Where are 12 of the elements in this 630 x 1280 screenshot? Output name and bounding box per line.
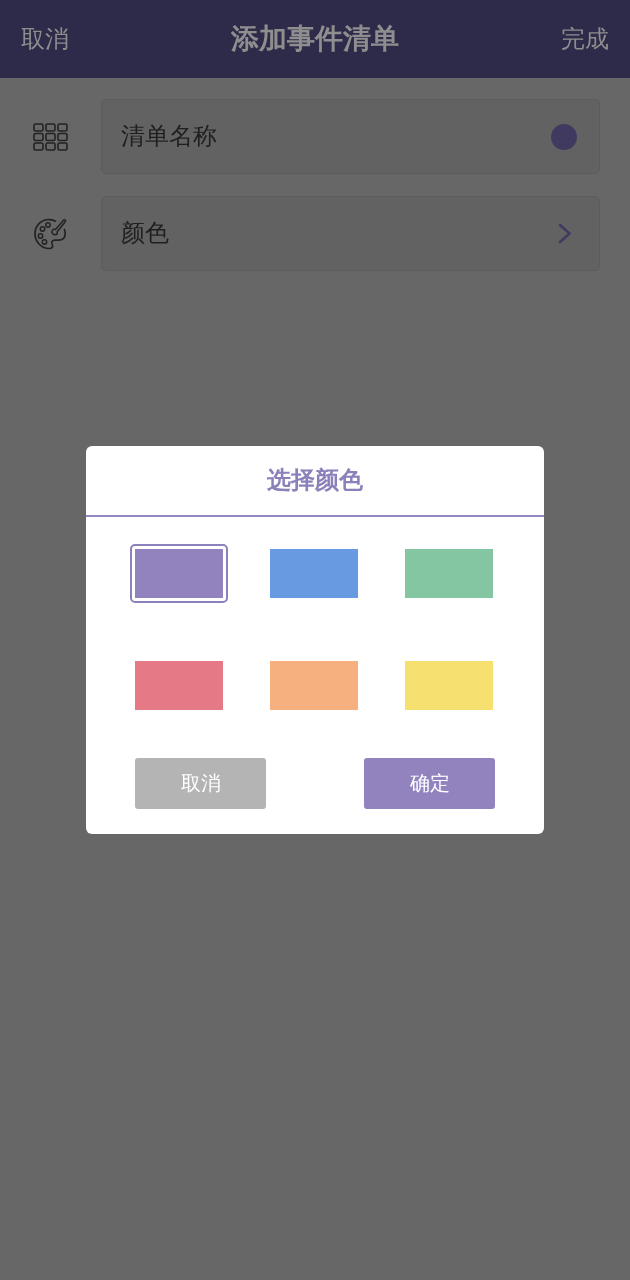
list-name-field[interactable]: 清单名称 bbox=[101, 99, 600, 174]
confirm-button[interactable]: 确定 bbox=[364, 757, 495, 809]
page-title: 添加事件清单 bbox=[231, 22, 399, 56]
done-button[interactable]: 完成 bbox=[561, 24, 609, 54]
chevron-right-icon bbox=[558, 223, 572, 244]
grid-icon bbox=[33, 122, 68, 151]
dialog-title: 选择颜色 bbox=[267, 466, 363, 495]
cancel-button[interactable]: 取消 bbox=[135, 757, 266, 809]
color-swatch[interactable] bbox=[130, 543, 228, 603]
color-row[interactable]: 颜色 bbox=[101, 196, 600, 271]
palette-icon bbox=[33, 216, 68, 251]
cancel-button[interactable]: 取消 bbox=[21, 24, 69, 54]
